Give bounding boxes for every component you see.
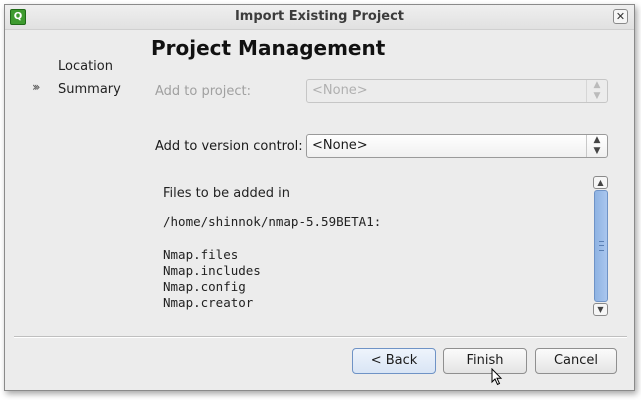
file-item: Nmap.files: [163, 247, 239, 262]
files-path: /home/shinnok/nmap-5.59BETA1:: [163, 214, 382, 229]
add-to-vcs-combo[interactable]: <None> ▲ ▼: [306, 134, 608, 158]
mouse-cursor-icon: [491, 368, 503, 386]
chevron-updown-icon: ▲ ▼: [586, 135, 607, 157]
page-title: Project Management: [151, 36, 386, 60]
file-item: Nmap.config: [163, 279, 246, 294]
add-to-project-combo[interactable]: <None> ▲ ▼: [306, 79, 608, 103]
scroll-up-icon[interactable]: ▲: [593, 176, 608, 189]
grip-icon: [599, 241, 604, 251]
add-to-project-label: Add to project:: [155, 84, 251, 99]
scroll-down-icon[interactable]: ▼: [593, 303, 608, 316]
file-item: Nmap.includes: [163, 263, 261, 278]
cancel-button[interactable]: Cancel: [535, 348, 617, 374]
window-title: Import Existing Project: [234, 9, 405, 24]
add-to-project-value: <None>: [312, 83, 368, 98]
current-step-arrow-icon: ›››: [32, 80, 41, 94]
nav-item-location: Location: [58, 59, 113, 74]
button-divider: [14, 336, 627, 338]
back-button[interactable]: < Back: [352, 348, 436, 374]
finish-button[interactable]: Finish: [443, 348, 527, 374]
add-to-vcs-label: Add to version control:: [155, 139, 303, 154]
scrollbar-thumb[interactable]: [594, 190, 608, 302]
files-summary-text[interactable]: Files to be added in /home/shinnok/nmap-…: [157, 172, 609, 318]
nav-item-summary: Summary: [58, 82, 121, 97]
chevron-updown-icon: ▲ ▼: [586, 80, 607, 102]
files-heading: Files to be added in: [163, 186, 290, 201]
add-to-vcs-value: <None>: [312, 138, 368, 153]
close-icon[interactable]: ✕: [613, 9, 628, 24]
file-item: Nmap.creator: [163, 295, 254, 310]
files-scrollbar[interactable]: ▲ ▼: [593, 176, 609, 318]
title-bar[interactable]: Q Import Existing Project ✕: [5, 5, 634, 30]
